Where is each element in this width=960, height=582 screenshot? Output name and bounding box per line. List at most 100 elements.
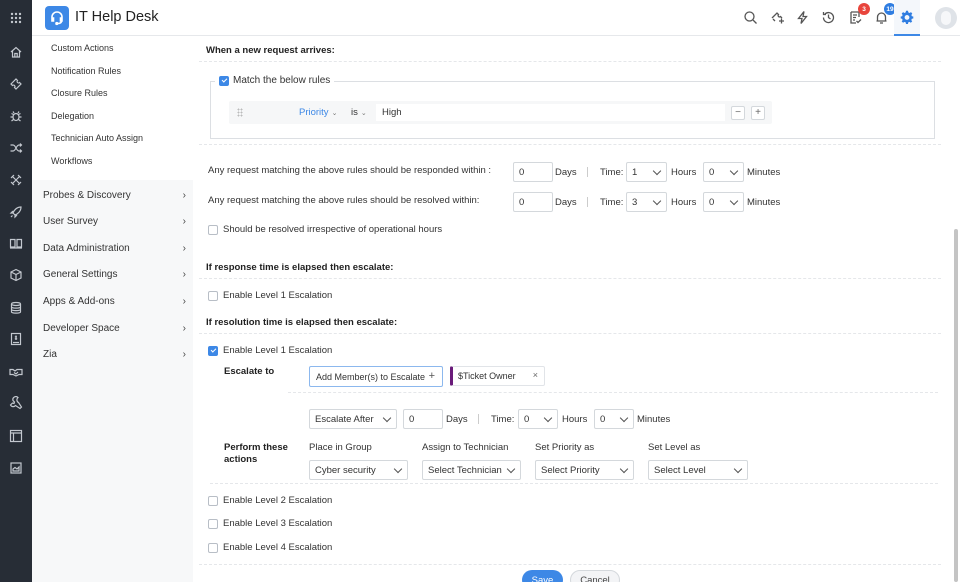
- escalate-minutes-select[interactable]: 0: [594, 409, 634, 429]
- escalate-hours-select[interactable]: 0: [518, 409, 558, 429]
- quick-actions-icon[interactable]: [793, 8, 811, 26]
- drag-handle-icon[interactable]: [237, 108, 243, 117]
- level-select[interactable]: Select Level: [648, 460, 748, 480]
- escalate-to-label: Escalate to: [224, 366, 275, 377]
- irrespective-option[interactable]: Should be resolved irrespective of opera…: [208, 224, 442, 235]
- app-rail: [0, 0, 32, 582]
- level2-label: Enable Level 2 Escalation: [223, 495, 333, 506]
- resolve-hours-select[interactable]: 3: [626, 192, 667, 212]
- rule-field-select[interactable]: Priority ⌄: [299, 107, 337, 118]
- sidebar-item-technician-auto-assign[interactable]: Technician Auto Assign: [51, 133, 143, 143]
- save-button[interactable]: Save: [522, 570, 563, 582]
- respond-minutes-label: Minutes: [747, 167, 781, 178]
- response-escalate-title: If response time is elapsed then escalat…: [206, 262, 394, 273]
- level4-checkbox[interactable]: [208, 542, 218, 553]
- escalate-minutes-label: Minutes: [637, 414, 671, 425]
- sidebar-item-apps-addons[interactable]: Apps & Add-ons ›: [43, 296, 189, 307]
- rule-field-value: Priority: [299, 107, 329, 118]
- add-member-button[interactable]: Add Member(s) to Escalate +: [309, 366, 443, 387]
- problems-icon[interactable]: [0, 105, 32, 127]
- level3-option[interactable]: Enable Level 3 Escalation: [208, 518, 332, 529]
- action-technician-label: Assign to Technician: [422, 442, 509, 453]
- technician-select-value: Select Technician: [428, 465, 502, 476]
- purchase-icon[interactable]: [0, 328, 32, 350]
- sidebar-item-data-administration[interactable]: Data Administration ›: [43, 243, 189, 254]
- settings-icon[interactable]: [894, 0, 920, 36]
- apps-grid-icon[interactable]: [0, 7, 32, 29]
- respond-minutes-select[interactable]: 0: [703, 162, 744, 182]
- chevron-down-icon: [506, 464, 516, 474]
- resolve-minutes-value: 0: [709, 197, 715, 208]
- assets-icon[interactable]: [0, 264, 32, 286]
- rule-operator-select[interactable]: is ⌄: [351, 107, 367, 118]
- maintenance-icon[interactable]: [0, 392, 32, 414]
- level2-checkbox[interactable]: [208, 495, 218, 506]
- tickets-icon[interactable]: [0, 73, 32, 95]
- sidebar-item-label: User Survey: [43, 216, 99, 227]
- cancel-button[interactable]: Cancel: [570, 570, 620, 582]
- sidebar-item-general-settings[interactable]: General Settings ›: [43, 269, 189, 280]
- rule-row: Priority ⌄ is ⌄ High − +: [229, 101, 772, 124]
- respond-hours-select[interactable]: 1: [626, 162, 667, 182]
- technician-select[interactable]: Select Technician: [422, 460, 521, 480]
- sidebar-item-zia[interactable]: Zia ›: [43, 349, 189, 360]
- main-scrollbar[interactable]: [954, 229, 958, 582]
- chevron-down-icon: [543, 413, 553, 423]
- changes-icon[interactable]: [0, 137, 32, 159]
- irrespective-checkbox[interactable]: [208, 224, 218, 235]
- reports-icon[interactable]: [0, 457, 32, 479]
- response-level1-option[interactable]: Enable Level 1 Escalation: [208, 290, 332, 301]
- sidebar-item-workflows[interactable]: Workflows: [51, 156, 92, 166]
- priority-select[interactable]: Select Priority: [535, 460, 634, 480]
- escalate-hours-label: Hours: [562, 414, 588, 425]
- remove-member-icon[interactable]: ×: [533, 370, 538, 380]
- sidebar-item-developer-space[interactable]: Developer Space ›: [43, 323, 189, 334]
- group-select[interactable]: Cyber security: [309, 460, 408, 480]
- chevron-down-icon: [733, 464, 743, 474]
- sidebar-item-closure-rules[interactable]: Closure Rules: [51, 88, 108, 98]
- cmdb-icon[interactable]: [0, 297, 32, 319]
- escalate-when-select[interactable]: Escalate After: [309, 409, 397, 429]
- resolution-level1-option[interactable]: Enable Level 1 Escalation: [208, 345, 332, 356]
- resolution-level1-label: Enable Level 1 Escalation: [223, 345, 333, 356]
- tasks-icon[interactable]: 3: [846, 3, 870, 26]
- add-rule-button[interactable]: +: [751, 106, 765, 120]
- rule-value-input[interactable]: High: [376, 104, 725, 121]
- match-rules-checkbox[interactable]: [219, 75, 229, 86]
- solutions-icon[interactable]: [0, 232, 32, 254]
- respond-days-input[interactable]: 0: [513, 162, 553, 182]
- response-level1-checkbox[interactable]: [208, 290, 218, 301]
- releases-icon[interactable]: [0, 201, 32, 223]
- contracts-icon[interactable]: [0, 361, 32, 383]
- resolve-minutes-select[interactable]: 0: [703, 192, 744, 212]
- separator: [478, 414, 479, 424]
- sidebar-item-delegation[interactable]: Delegation: [51, 111, 94, 121]
- sidebar-item-label: General Settings: [43, 269, 118, 280]
- sidebar-item-custom-actions[interactable]: Custom Actions: [51, 43, 114, 53]
- level2-option[interactable]: Enable Level 2 Escalation: [208, 495, 332, 506]
- escalate-days-input[interactable]: 0: [403, 409, 443, 429]
- search-icon[interactable]: [741, 8, 759, 26]
- projects-icon[interactable]: [0, 169, 32, 191]
- match-rules-label: Match the below rules: [233, 75, 331, 86]
- sidebar-item-probes-discovery[interactable]: Probes & Discovery ›: [43, 190, 189, 201]
- level4-option[interactable]: Enable Level 4 Escalation: [208, 542, 332, 553]
- admin-icon[interactable]: [0, 425, 32, 447]
- add-ticket-icon[interactable]: [768, 8, 786, 26]
- history-icon[interactable]: [819, 8, 837, 26]
- remove-rule-button[interactable]: −: [731, 106, 745, 120]
- notifications-icon[interactable]: 19: [872, 3, 896, 26]
- respond-days-label: Days: [555, 167, 577, 178]
- resolve-days-input[interactable]: 0: [513, 192, 553, 212]
- sidebar-item-notification-rules[interactable]: Notification Rules: [51, 66, 121, 76]
- chevron-right-icon: ›: [182, 269, 186, 280]
- user-avatar[interactable]: [935, 7, 957, 29]
- level3-checkbox[interactable]: [208, 518, 218, 529]
- chevron-down-icon: [619, 464, 629, 474]
- home-icon[interactable]: [0, 41, 32, 63]
- resolve-hours-label: Hours: [671, 197, 697, 208]
- sidebar-item-user-survey[interactable]: User Survey ›: [43, 216, 189, 227]
- sidebar-item-label: Data Administration: [43, 243, 130, 254]
- resolution-level1-checkbox[interactable]: [208, 345, 218, 356]
- escalate-hours-value: 0: [524, 414, 530, 425]
